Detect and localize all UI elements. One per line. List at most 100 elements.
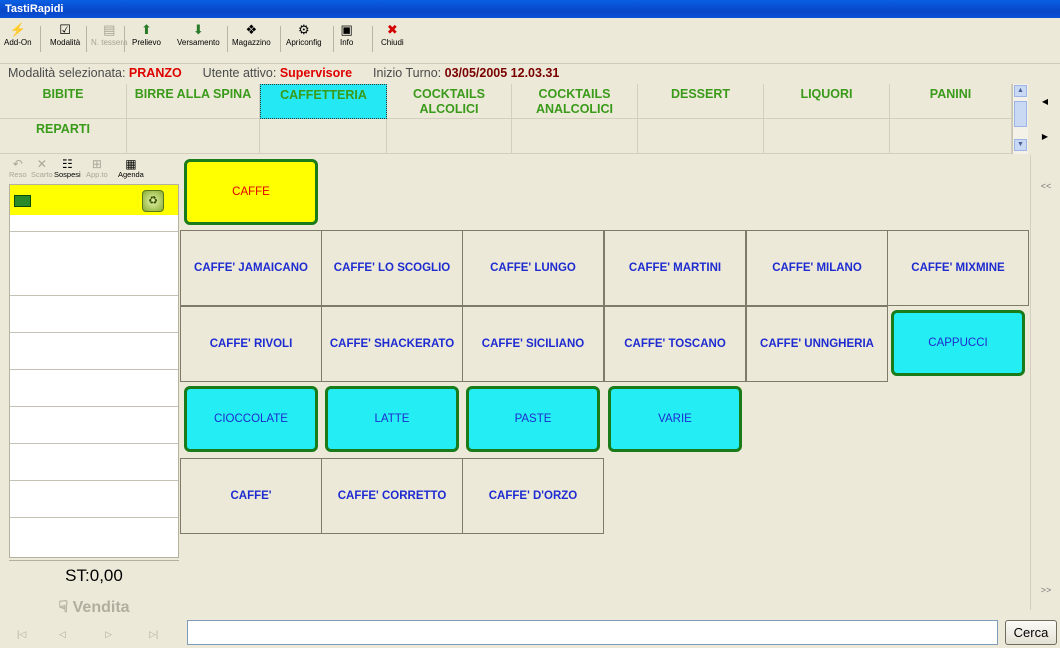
nav-prev-button[interactable]: ◁ <box>59 629 66 640</box>
add-on-button[interactable]: ⚡ Add-On <box>4 20 32 60</box>
calculator-icon[interactable] <box>14 195 31 207</box>
category-tab-cocktails-analcolici[interactable]: COCKTAILS ANALCOLICI <box>512 84 638 119</box>
info-button[interactable]: ▣ Info <box>340 20 353 60</box>
category-tab-empty[interactable] <box>512 119 638 154</box>
category-tab-caffetteria[interactable]: CAFFETTERIA <box>260 84 387 119</box>
product-button-caffe-milano[interactable]: CAFFE' MILANO <box>746 230 888 306</box>
category-tab-empty[interactable] <box>387 119 512 154</box>
product-button-caffe-shackerato[interactable]: CAFFE' SHACKERATO <box>321 306 463 382</box>
collapse-bottom-button[interactable]: >> <box>1031 585 1060 595</box>
toolbar-label: Info <box>340 38 354 47</box>
category-tab-liquori[interactable]: LIQUORI <box>764 84 890 119</box>
category-tab-empty[interactable] <box>764 119 890 154</box>
receipt-list[interactable]: ♻ <box>9 184 179 558</box>
recycle-bin-icon[interactable]: ♻ <box>142 190 164 212</box>
appointment-icon: ⊞ <box>91 157 102 171</box>
product-button-caffe-toscano[interactable]: CAFFE' TOSCANO <box>604 306 746 382</box>
product-button-caffe-rivoli[interactable]: CAFFE' RIVOLI <box>180 306 322 382</box>
receipt-row-divider <box>10 443 178 444</box>
category-tab-reparti[interactable]: REPARTI <box>0 119 127 154</box>
category-tab-cocktails-alcolici[interactable]: COCKTAILS ALCOLICI <box>387 84 512 119</box>
product-button-caffe-siciliano[interactable]: CAFFE' SICILIANO <box>462 306 604 382</box>
product-button-cappucci[interactable]: CAPPUCCI <box>891 310 1025 376</box>
app-to-button[interactable]: ⊞ App.to <box>86 158 108 179</box>
reso-button[interactable]: ↶ Reso <box>9 158 27 179</box>
nav-first-button[interactable]: |◁ <box>17 629 26 640</box>
receipt-row-divider <box>10 369 178 370</box>
category-tab-panini[interactable]: PANINI <box>890 84 1012 119</box>
subtotal-label: ST:0,00 <box>9 560 179 592</box>
info-icon: ▣ <box>340 22 353 37</box>
checkbox-icon: ☑ <box>59 22 71 37</box>
receipt-row-divider <box>10 231 178 232</box>
product-button-caffe-corretto[interactable]: CAFFE' CORRETTO <box>321 458 463 534</box>
product-button-caffe-mixmine[interactable]: CAFFE' MIXMINE <box>887 230 1029 306</box>
scarto-button[interactable]: ✕ Scarto <box>31 158 53 179</box>
shift-value: 03/05/2005 12.03.31 <box>444 66 560 80</box>
modalit-button[interactable]: ☑ Modalità <box>50 20 80 60</box>
sospesi-button[interactable]: ☷ Sospesi <box>54 158 81 179</box>
receipt-header-row[interactable]: ♻ <box>10 185 178 215</box>
warehouse-icon: ❖ <box>245 22 258 37</box>
product-button-caffe[interactable]: CAFFE <box>184 159 318 225</box>
collapse-top-button[interactable]: << <box>1031 181 1060 191</box>
agenda-icon: ▦ <box>125 157 137 171</box>
category-tab-empty[interactable] <box>638 119 764 154</box>
product-button-caffe-martini[interactable]: CAFFE' MARTINI <box>604 230 746 306</box>
receipt-row-divider <box>10 406 178 407</box>
receipt-toolbar-label: App.to <box>86 170 108 179</box>
category-tab-birre-alla-spina[interactable]: BIRRE ALLA SPINA <box>127 84 260 119</box>
toolbar-separator <box>333 26 334 52</box>
n-tessera-button[interactable]: ▤ N. tessera <box>91 20 127 60</box>
scroll-down-icon[interactable]: ▼ <box>1014 139 1027 151</box>
mode-value: PRANZO <box>128 66 182 80</box>
product-button-latte[interactable]: LATTE <box>325 386 459 452</box>
scroll-up-icon[interactable]: ▲ <box>1014 85 1027 97</box>
versamento-button[interactable]: ⬇ Versamento <box>177 20 220 60</box>
toolbar-separator <box>227 26 228 52</box>
category-tab-dessert[interactable]: DESSERT <box>638 84 764 119</box>
undo-icon: ↶ <box>12 157 23 171</box>
receipt-row-divider <box>10 332 178 333</box>
sell-button-label: Vendita <box>72 599 130 616</box>
nav-last-button[interactable]: ▷| <box>149 629 158 640</box>
user-label: Utente attivo: <box>202 66 277 80</box>
sell-button[interactable]: ☟ Vendita <box>9 593 179 623</box>
category-scrollbar[interactable]: ▲ ▼ <box>1012 84 1028 154</box>
search-button[interactable]: Cerca <box>1005 620 1057 645</box>
receipt-row-divider <box>10 480 178 481</box>
category-next-button[interactable]: ▶ <box>1030 119 1060 154</box>
product-button-caffe[interactable]: CAFFE' <box>180 458 322 534</box>
product-button-caffe-d-orzo[interactable]: CAFFE' D'ORZO <box>462 458 604 534</box>
product-button-cioccolate[interactable]: CIOCCOLATE <box>184 386 318 452</box>
card-icon: ▤ <box>103 22 116 37</box>
toolbar-separator <box>40 26 41 52</box>
product-button-caffe-unngheria[interactable]: CAFFE' UNNGHERIA <box>746 306 888 382</box>
nav-next-button[interactable]: ▷ <box>105 629 112 640</box>
window-title: TastiRapidi <box>0 0 1060 18</box>
toolbar-label: Versamento <box>177 38 220 47</box>
toolbar-label: N. tessera <box>91 38 128 47</box>
toolbar-label: Prelievo <box>132 38 161 47</box>
receipt-toolbar-label: Sospesi <box>54 170 81 179</box>
chiudi-button[interactable]: ✖ Chiudi <box>381 20 404 60</box>
agenda-button[interactable]: ▦ Agenda <box>118 158 144 179</box>
product-button-varie[interactable]: VARIE <box>608 386 742 452</box>
category-tab-bibite[interactable]: BIBITE <box>0 84 127 119</box>
category-grid: BIBITE BIRRE ALLA SPINA CAFFETTERIA COCKTAI… <box>0 84 1012 154</box>
receipt-toolbar-label: Agenda <box>118 170 144 179</box>
category-tab-empty[interactable] <box>890 119 1012 154</box>
apriconfig-button[interactable]: ⚙ Apriconfig <box>286 20 322 60</box>
magazzino-button[interactable]: ❖ Magazzino <box>232 20 271 60</box>
search-input[interactable] <box>187 620 998 645</box>
scroll-thumb[interactable] <box>1014 101 1027 127</box>
prelievo-button[interactable]: ⬆ Prelievo <box>132 20 161 60</box>
product-button-paste[interactable]: PASTE <box>466 386 600 452</box>
product-button-caffe-jamaicano[interactable]: CAFFE' JAMAICANO <box>180 230 322 306</box>
product-button-caffe-lungo[interactable]: CAFFE' LUNGO <box>462 230 604 306</box>
receipt-toolbar-label: Scarto <box>31 170 53 179</box>
category-tab-empty[interactable] <box>260 119 387 154</box>
category-tab-empty[interactable] <box>127 119 260 154</box>
category-prev-button[interactable]: ◀ <box>1030 84 1060 119</box>
product-button-caffe-lo-scoglio[interactable]: CAFFE' LO SCOGLIO <box>321 230 463 306</box>
